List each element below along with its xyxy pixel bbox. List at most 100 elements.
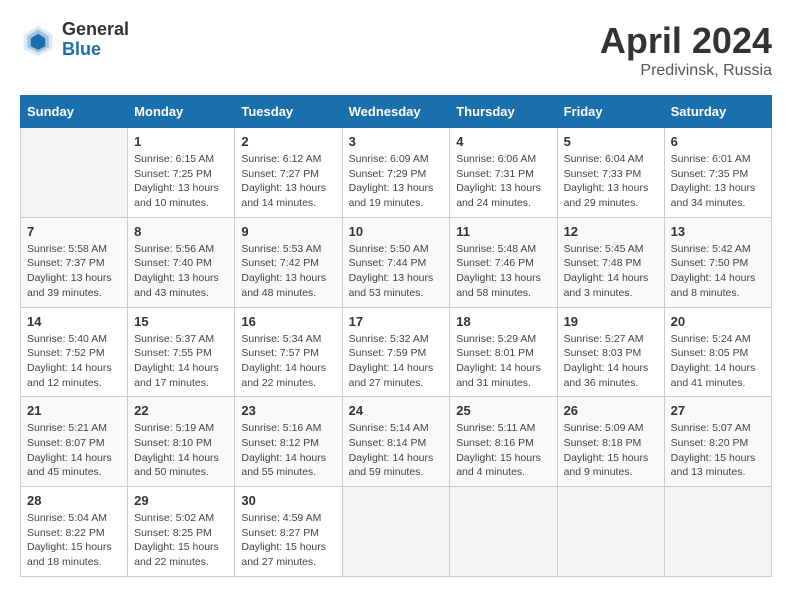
day-info: Sunrise: 5:14 AM Sunset: 8:14 PM Dayligh… (349, 421, 444, 480)
logo-icon (20, 22, 56, 58)
day-number: 24 (349, 403, 444, 418)
day-of-week-header: Monday (128, 96, 235, 128)
calendar-cell: 12 Sunrise: 5:45 AM Sunset: 7:48 PM Dayli… (557, 217, 664, 307)
day-info: Sunrise: 5:53 AM Sunset: 7:42 PM Dayligh… (241, 242, 335, 301)
day-number: 29 (134, 493, 228, 508)
day-of-week-header: Friday (557, 96, 664, 128)
day-info: Sunrise: 5:45 AM Sunset: 7:48 PM Dayligh… (564, 242, 658, 301)
day-number: 11 (456, 224, 550, 239)
day-number: 25 (456, 403, 550, 418)
day-number: 13 (671, 224, 765, 239)
day-of-week-header: Saturday (664, 96, 771, 128)
day-of-week-header: Thursday (450, 96, 557, 128)
calendar-cell: 8Sunrise: 5:56 AM Sunset: 7:40 PM Daylig… (128, 217, 235, 307)
title-block: April 2024 Predivinsk, Russia (600, 20, 772, 80)
calendar-cell: 14 Sunrise: 5:40 AM Sunset: 7:52 PM Dayli… (21, 307, 128, 397)
logo: General Blue (20, 20, 129, 60)
calendar-cell: 15 Sunrise: 5:37 AM Sunset: 7:55 PM Dayli… (128, 307, 235, 397)
calendar-cell (664, 487, 771, 577)
calendar-cell: 2Sunrise: 6:12 AM Sunset: 7:27 PM Daylig… (235, 128, 342, 218)
day-number: 15 (134, 314, 228, 329)
calendar-header: SundayMondayTuesdayWednesdayThursdayFrid… (21, 96, 772, 128)
day-info: Sunrise: 5:48 AM Sunset: 7:46 PM Dayligh… (456, 242, 550, 301)
day-number: 2 (241, 134, 335, 149)
calendar-week-row: 21 Sunrise: 5:21 AM Sunset: 8:07 PM Dayli… (21, 397, 772, 487)
day-info: Sunrise: 5:16 AM Sunset: 8:12 PM Dayligh… (241, 421, 335, 480)
day-info: Sunrise: 5:32 AM Sunset: 7:59 PM Dayligh… (349, 332, 444, 391)
day-info: Sunrise: 5:42 AM Sunset: 7:50 PM Dayligh… (671, 242, 765, 301)
calendar-cell (342, 487, 450, 577)
calendar-body: 1 Sunrise: 6:15 AM Sunset: 7:25 PM Daylig… (21, 128, 772, 577)
calendar-cell: 3Sunrise: 6:09 AM Sunset: 7:29 PM Daylig… (342, 128, 450, 218)
day-info: Sunrise: 5:11 AM Sunset: 8:16 PM Dayligh… (456, 421, 550, 480)
day-info: Sunrise: 5:40 AM Sunset: 7:52 PM Dayligh… (27, 332, 121, 391)
day-number: 9 (241, 224, 335, 239)
calendar-cell: 22 Sunrise: 5:19 AM Sunset: 8:10 PM Dayli… (128, 397, 235, 487)
day-info: Sunrise: 6:04 AM Sunset: 7:33 PM Dayligh… (564, 152, 658, 211)
calendar-location: Predivinsk, Russia (600, 62, 772, 80)
day-info: Sunrise: 5:29 AM Sunset: 8:01 PM Dayligh… (456, 332, 550, 391)
calendar-cell: 28 Sunrise: 5:04 AM Sunset: 8:22 PM Dayli… (21, 487, 128, 577)
day-number: 19 (564, 314, 658, 329)
calendar-cell: 9 Sunrise: 5:53 AM Sunset: 7:42 PM Daylig… (235, 217, 342, 307)
calendar-week-row: 1 Sunrise: 6:15 AM Sunset: 7:25 PM Daylig… (21, 128, 772, 218)
calendar-table: SundayMondayTuesdayWednesdayThursdayFrid… (20, 95, 772, 577)
logo-blue: Blue (62, 40, 129, 60)
day-of-week-header: Sunday (21, 96, 128, 128)
calendar-cell: 29 Sunrise: 5:02 AM Sunset: 8:25 PM Dayli… (128, 487, 235, 577)
day-number: 20 (671, 314, 765, 329)
calendar-cell: 1 Sunrise: 6:15 AM Sunset: 7:25 PM Daylig… (128, 128, 235, 218)
day-info: Sunrise: 5:09 AM Sunset: 8:18 PM Dayligh… (564, 421, 658, 480)
day-info: Sunrise: 5:24 AM Sunset: 8:05 PM Dayligh… (671, 332, 765, 391)
day-info: Sunrise: 6:06 AM Sunset: 7:31 PM Dayligh… (456, 152, 550, 211)
day-number: 18 (456, 314, 550, 329)
day-number: 6 (671, 134, 765, 149)
page-header: General Blue April 2024 Predivinsk, Russ… (20, 20, 772, 80)
day-number: 21 (27, 403, 121, 418)
calendar-cell: 25 Sunrise: 5:11 AM Sunset: 8:16 PM Dayli… (450, 397, 557, 487)
calendar-cell: 27 Sunrise: 5:07 AM Sunset: 8:20 PM Dayli… (664, 397, 771, 487)
day-of-week-header: Tuesday (235, 96, 342, 128)
day-number: 28 (27, 493, 121, 508)
day-info: Sunrise: 5:50 AM Sunset: 7:44 PM Dayligh… (349, 242, 444, 301)
day-info: Sunrise: 5:58 AM Sunset: 7:37 PM Dayligh… (27, 242, 121, 301)
calendar-cell: 18 Sunrise: 5:29 AM Sunset: 8:01 PM Dayli… (450, 307, 557, 397)
day-number: 12 (564, 224, 658, 239)
day-number: 8 (134, 224, 228, 239)
day-info: Sunrise: 5:02 AM Sunset: 8:25 PM Dayligh… (134, 511, 228, 570)
day-info: Sunrise: 5:07 AM Sunset: 8:20 PM Dayligh… (671, 421, 765, 480)
day-info: Sunrise: 5:04 AM Sunset: 8:22 PM Dayligh… (27, 511, 121, 570)
day-number: 27 (671, 403, 765, 418)
day-info: Sunrise: 4:59 AM Sunset: 8:27 PM Dayligh… (241, 511, 335, 570)
day-info: Sunrise: 6:09 AM Sunset: 7:29 PM Dayligh… (349, 152, 444, 211)
calendar-cell: 17 Sunrise: 5:32 AM Sunset: 7:59 PM Dayli… (342, 307, 450, 397)
day-number: 22 (134, 403, 228, 418)
day-info: Sunrise: 5:21 AM Sunset: 8:07 PM Dayligh… (27, 421, 121, 480)
day-info: Sunrise: 5:27 AM Sunset: 8:03 PM Dayligh… (564, 332, 658, 391)
calendar-week-row: 28 Sunrise: 5:04 AM Sunset: 8:22 PM Dayli… (21, 487, 772, 577)
day-info: Sunrise: 5:34 AM Sunset: 7:57 PM Dayligh… (241, 332, 335, 391)
calendar-cell (557, 487, 664, 577)
day-info: Sunrise: 6:01 AM Sunset: 7:35 PM Dayligh… (671, 152, 765, 211)
calendar-cell: 16Sunrise: 5:34 AM Sunset: 7:57 PM Dayli… (235, 307, 342, 397)
calendar-cell (21, 128, 128, 218)
day-info: Sunrise: 5:19 AM Sunset: 8:10 PM Dayligh… (134, 421, 228, 480)
calendar-week-row: 14 Sunrise: 5:40 AM Sunset: 7:52 PM Dayli… (21, 307, 772, 397)
calendar-cell: 19 Sunrise: 5:27 AM Sunset: 8:03 PM Dayli… (557, 307, 664, 397)
calendar-cell: 11 Sunrise: 5:48 AM Sunset: 7:46 PM Dayli… (450, 217, 557, 307)
day-info: Sunrise: 6:15 AM Sunset: 7:25 PM Dayligh… (134, 152, 228, 211)
day-number: 23 (241, 403, 335, 418)
calendar-week-row: 7 Sunrise: 5:58 AM Sunset: 7:37 PM Daylig… (21, 217, 772, 307)
day-of-week-header: Wednesday (342, 96, 450, 128)
logo-text: General Blue (62, 20, 129, 60)
calendar-cell: 10Sunrise: 5:50 AM Sunset: 7:44 PM Dayli… (342, 217, 450, 307)
calendar-cell: 26Sunrise: 5:09 AM Sunset: 8:18 PM Dayli… (557, 397, 664, 487)
calendar-cell: 23 Sunrise: 5:16 AM Sunset: 8:12 PM Dayli… (235, 397, 342, 487)
calendar-cell (450, 487, 557, 577)
day-number: 17 (349, 314, 444, 329)
day-number: 14 (27, 314, 121, 329)
day-number: 30 (241, 493, 335, 508)
day-number: 7 (27, 224, 121, 239)
day-number: 1 (134, 134, 228, 149)
day-info: Sunrise: 5:37 AM Sunset: 7:55 PM Dayligh… (134, 332, 228, 391)
